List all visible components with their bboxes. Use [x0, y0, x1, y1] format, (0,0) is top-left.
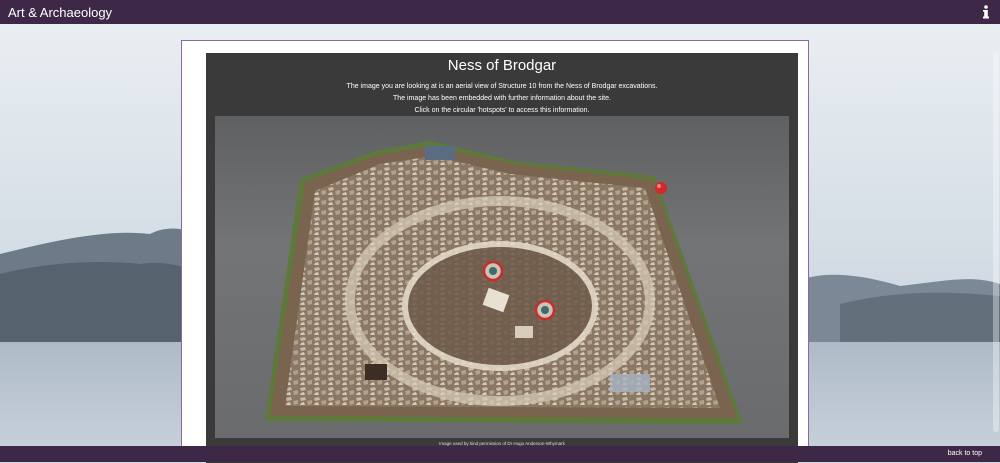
info-icon[interactable] — [980, 4, 992, 20]
image-panel: Ness of Brodgar The image you are lookin… — [206, 53, 798, 463]
hotspot-1[interactable] — [482, 260, 504, 282]
app-title[interactable]: Art & Archaeology — [8, 5, 112, 20]
hotspot-2[interactable] — [534, 299, 556, 321]
excavation-image-viewer[interactable] — [215, 116, 789, 438]
excavation-aerial-image — [265, 141, 743, 424]
page-title: Ness of Brodgar — [447, 57, 557, 74]
red-marker-icon[interactable] — [655, 182, 667, 194]
bottom-bar: back to top — [0, 446, 1000, 462]
description-line-3: Click on the circular 'hotspots' to acce… — [414, 107, 590, 114]
scrollbar-thumb[interactable] — [993, 52, 999, 432]
back-to-top-link[interactable]: back to top — [948, 450, 982, 457]
content-card: Ness of Brodgar The image you are lookin… — [181, 40, 809, 463]
page-scrollbar[interactable] — [992, 24, 1000, 446]
description-line-1: The image you are looking at is an aeria… — [346, 83, 658, 90]
top-nav-bar: Art & Archaeology — [0, 0, 1000, 24]
description-line-2: The image has been embedded with further… — [393, 95, 611, 102]
